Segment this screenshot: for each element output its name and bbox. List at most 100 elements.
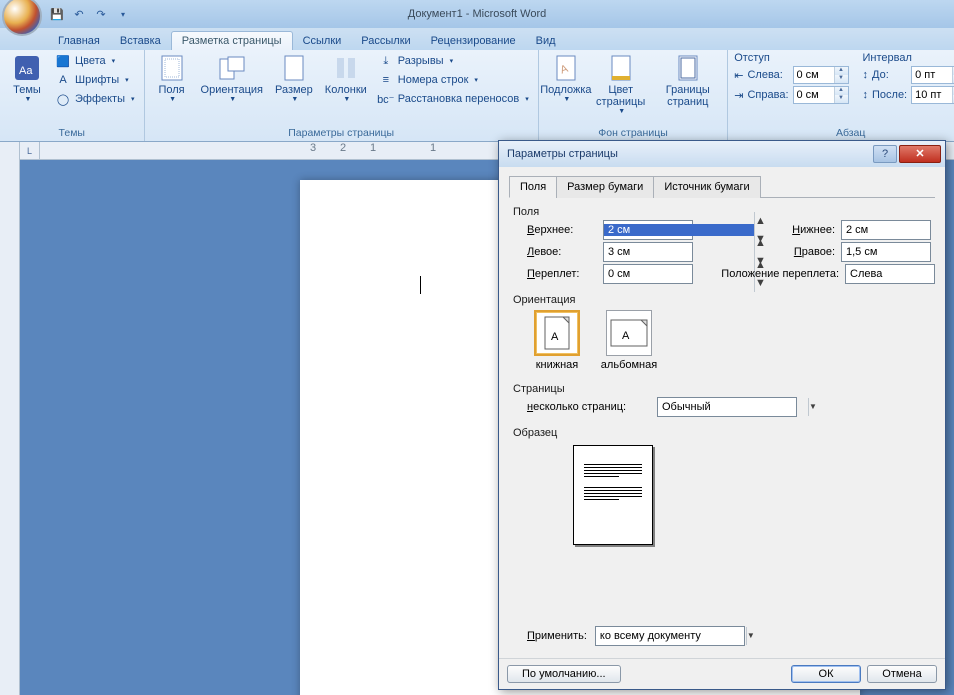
cancel-button[interactable]: Отмена [867, 665, 937, 683]
dialog-close-button[interactable]: ✕ [899, 145, 941, 163]
gutter-pos-select[interactable]: ▼ [845, 264, 935, 284]
breaks-icon: ⤓ [378, 53, 394, 69]
tab-mailings[interactable]: Рассылки [351, 32, 420, 50]
tab-review[interactable]: Рецензирование [421, 32, 526, 50]
orientation-section-label: Ориентация [513, 294, 931, 306]
orientation-button[interactable]: Ориентация▼ [197, 52, 267, 106]
margin-bottom-input[interactable]: ▲▼ [841, 220, 931, 240]
columns-icon [332, 54, 360, 82]
theme-effects-button[interactable]: ◯Эффекты▾ [52, 90, 138, 108]
size-button[interactable]: Размер▼ [271, 52, 317, 106]
theme-colors-button[interactable]: 🟦Цвета▾ [52, 52, 138, 70]
tab-insert[interactable]: Вставка [110, 32, 171, 50]
hyphenation-button[interactable]: bc⁻Расстановка переносов▾ [375, 90, 532, 108]
line-numbers-icon: ≡ [378, 72, 394, 88]
ribbon-tabs: Главная Вставка Разметка страницы Ссылки… [0, 28, 954, 50]
spacing-after-label: После: [872, 89, 907, 101]
line-numbers-button[interactable]: ≡Номера строк▾ [375, 71, 532, 89]
gutter-pos-label: Положение переплета: [699, 268, 839, 280]
dialog-tab-source[interactable]: Источник бумаги [653, 176, 760, 198]
indent-right-icon: ⇥ [734, 89, 743, 102]
effects-icon: ◯ [55, 91, 71, 107]
svg-text:A: A [551, 331, 559, 343]
defaults-button[interactable]: По умолчанию... [507, 665, 621, 683]
themes-icon: Aa [13, 54, 41, 82]
margin-right-label: Правое: [699, 246, 835, 258]
redo-icon[interactable]: ↷ [92, 5, 110, 23]
indent-right-label: Справа: [747, 89, 788, 101]
orientation-landscape-button[interactable]: A альбомная [599, 310, 659, 371]
preview-section-label: Образец [513, 427, 931, 439]
group-page-background: AПодложка▼ Цвет страницы▼ Границы страни… [539, 50, 728, 141]
hyphenation-icon: bc⁻ [378, 91, 394, 107]
svg-text:Aa: Aa [19, 65, 33, 77]
undo-icon[interactable]: ↶ [70, 5, 88, 23]
apply-select[interactable]: ▼ [595, 626, 745, 646]
margin-bottom-label: Нижнее: [699, 224, 835, 236]
page-borders-button[interactable]: Границы страниц [654, 52, 721, 110]
margin-top-input[interactable]: ▲▼ [603, 220, 693, 240]
group-paragraph: Отступ ⇤Слева: ▲▼ ⇥Справа: ▲▼ Интервал ↕… [728, 50, 954, 141]
quick-access-toolbar: 💾 ↶ ↷ ▾ [48, 5, 132, 23]
group-page-setup: Поля▼ Ориентация▼ Размер▼ Колонки▼ ⤓Разр… [145, 50, 539, 141]
indent-right-input[interactable]: ▲▼ [793, 86, 849, 104]
group-page-background-label: Фон страницы [545, 125, 721, 141]
portrait-icon: A [534, 310, 580, 356]
group-themes-label: Темы [6, 125, 138, 141]
fonts-icon: A [55, 72, 71, 88]
multi-pages-select[interactable]: ▼ [657, 397, 797, 417]
tab-page-layout[interactable]: Разметка страницы [171, 31, 293, 50]
columns-button[interactable]: Колонки▼ [321, 52, 371, 106]
themes-label: Темы [13, 84, 41, 96]
text-cursor [420, 276, 421, 294]
spacing-before-label: До: [872, 69, 907, 81]
size-icon [280, 54, 308, 82]
margins-section-label: Поля [513, 206, 931, 218]
preview-icon [573, 445, 653, 545]
margin-right-input[interactable]: ▲▼ [841, 242, 931, 262]
page-setup-dialog: Параметры страницы ? ✕ Поля Размер бумаг… [498, 140, 946, 690]
indent-left-label: Слева: [747, 69, 788, 81]
portrait-label: книжная [536, 359, 579, 371]
orientation-portrait-button[interactable]: A книжная [527, 310, 587, 371]
spacing-before-icon: ↕ [863, 69, 869, 81]
save-icon[interactable]: 💾 [48, 5, 66, 23]
margins-button[interactable]: Поля▼ [151, 52, 193, 106]
spacing-before-input[interactable]: ▲▼ [911, 66, 954, 84]
indent-left-input[interactable]: ▲▼ [793, 66, 849, 84]
page-color-icon [607, 54, 635, 82]
colors-icon: 🟦 [55, 53, 71, 69]
dialog-tab-margins[interactable]: Поля [509, 176, 557, 198]
orientation-icon [218, 54, 246, 82]
watermark-icon: A [552, 54, 580, 82]
indent-header: Отступ [734, 52, 848, 64]
page-color-button[interactable]: Цвет страницы▼ [591, 52, 650, 118]
group-themes: Aa Темы ▼ 🟦Цвета▾ AШрифты▾ ◯Эффекты▾ Тем… [0, 50, 145, 141]
tab-references[interactable]: Ссылки [293, 32, 352, 50]
ribbon: Aa Темы ▼ 🟦Цвета▾ AШрифты▾ ◯Эффекты▾ Тем… [0, 50, 954, 142]
ok-button[interactable]: ОК [791, 665, 861, 683]
gutter-input[interactable]: ▲▼ [603, 264, 693, 284]
spacing-after-input[interactable]: ▲▼ [911, 86, 954, 104]
watermark-button[interactable]: AПодложка▼ [545, 52, 587, 106]
margin-left-input[interactable]: ▲▼ [603, 242, 693, 262]
theme-fonts-button[interactable]: AШрифты▾ [52, 71, 138, 89]
ruler-corner[interactable]: L [20, 142, 40, 159]
pages-section-label: Страницы [513, 383, 931, 395]
qat-dropdown-icon[interactable]: ▾ [114, 5, 132, 23]
tab-home[interactable]: Главная [48, 32, 110, 50]
spacing-after-icon: ↕ [863, 89, 869, 101]
breaks-button[interactable]: ⤓Разрывы▾ [375, 52, 532, 70]
themes-button[interactable]: Aa Темы ▼ [6, 52, 48, 106]
window-title: Документ1 - Microsoft Word [408, 8, 546, 20]
dialog-titlebar[interactable]: Параметры страницы ? ✕ [499, 141, 945, 167]
dialog-help-button[interactable]: ? [873, 145, 897, 163]
margin-top-label: Верхнее: [527, 224, 597, 236]
group-paragraph-label: Абзац [734, 125, 954, 141]
indent-left-icon: ⇤ [734, 69, 743, 82]
tab-view[interactable]: Вид [526, 32, 566, 50]
vertical-ruler[interactable] [0, 142, 20, 695]
dialog-tabs: Поля Размер бумаги Источник бумаги [509, 175, 935, 198]
dialog-tab-paper[interactable]: Размер бумаги [556, 176, 654, 198]
gutter-label: Переплет: [527, 268, 597, 280]
